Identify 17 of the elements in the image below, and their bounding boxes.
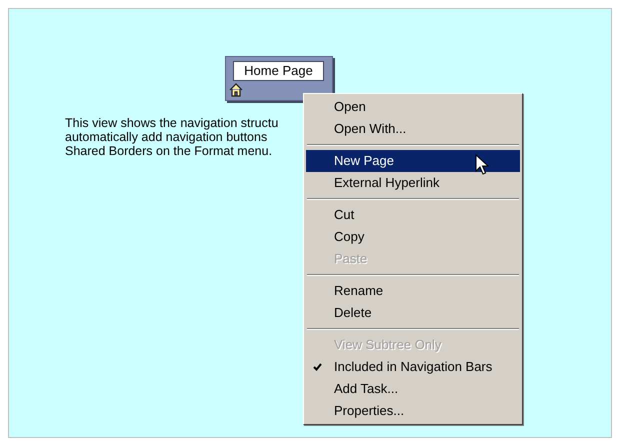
menu-item[interactable]: Included in Navigation Bars xyxy=(306,356,520,378)
menu-item[interactable]: Cut xyxy=(306,204,520,226)
description-line: automatically add navigation buttons xyxy=(65,130,268,144)
menu-item[interactable]: Rename xyxy=(306,280,520,302)
menu-item[interactable]: Open With... xyxy=(306,118,520,140)
house-icon xyxy=(229,83,243,97)
description-line: Shared Borders on the Format menu. xyxy=(65,144,274,158)
menu-item[interactable]: Properties... xyxy=(306,400,520,422)
menu-item[interactable]: Delete xyxy=(306,302,520,324)
mouse-pointer-icon xyxy=(475,154,489,176)
page-node[interactable]: Home Page xyxy=(225,56,333,101)
menu-item[interactable]: Copy xyxy=(306,226,520,248)
menu-item[interactable]: External Hyperlink xyxy=(306,172,520,194)
menu-item[interactable]: Add Task... xyxy=(306,378,520,400)
node-label: Home Page xyxy=(233,61,324,81)
description-line: This view shows the navigation structu xyxy=(65,116,278,130)
menu-item[interactable]: New Page xyxy=(306,150,520,172)
